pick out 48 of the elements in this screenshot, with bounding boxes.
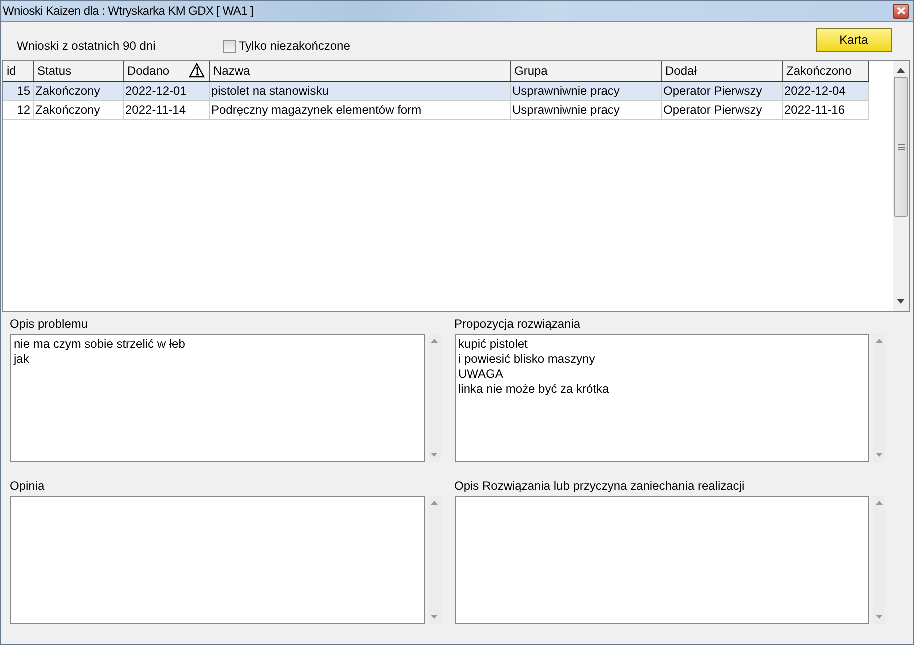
close-icon [896, 7, 906, 15]
table-cell: 15 [3, 81, 33, 100]
column-header[interactable]: Dodano [123, 61, 209, 81]
text-line: kupić pistolet [458, 337, 529, 352]
column-header[interactable]: Dodał [661, 61, 782, 81]
column-header[interactable]: id [3, 61, 33, 81]
text-line: jak [14, 352, 30, 367]
window-title: Wnioski Kaizen dla : Wtryskarka KM GDX [ WA1 ] [3, 4, 254, 18]
table-cell: 12 [3, 100, 33, 119]
scroll-up-icon[interactable] [897, 68, 905, 73]
table-cell: Zakończony [33, 100, 123, 119]
table-row[interactable]: 15 Zakończony 2022-12-01 pistolet na stanowisku Usprawniwnie pracy Operator Pierwszy 2022-12-04 [3, 81, 868, 100]
table-cell: Zakończony [33, 81, 123, 100]
table-cell: Usprawniwnie pracy [510, 81, 661, 100]
filter-label: Wnioski z ostatnich 90 dni [17, 39, 157, 53]
table-cell: 2022-12-01 [123, 81, 209, 100]
table-cell: 2022-11-14 [123, 100, 209, 119]
table-cell: Operator Pierwszy [661, 81, 782, 100]
table-row[interactable]: 12 Zakończony 2022-11-14 Podręczny magazynek elementów form Usprawniwnie pracy Operator Pierwszy 2022-11-16 [3, 100, 868, 119]
scrollbar[interactable] [893, 61, 909, 311]
field-label: Opinia [10, 479, 46, 494]
text-area[interactable] [454, 496, 869, 624]
grip-icon [898, 144, 904, 150]
field-label: Propozycja rozwiązania [454, 317, 582, 332]
scroll-down-icon[interactable] [897, 299, 905, 304]
table-cell: Operator Pierwszy [661, 100, 782, 119]
table-cell: Podręczny magazynek elementów form [209, 100, 510, 119]
text-line: i powiesić blisko maszyny [458, 352, 596, 367]
filter-checkbox[interactable]: Tylko niezakończone [223, 39, 350, 53]
table-cell: 2022-12-04 [782, 81, 868, 100]
column-header[interactable]: Nazwa [209, 61, 510, 81]
table-cell: Usprawniwnie pracy [510, 100, 661, 119]
text-line: nie ma czym sobie strzelić w łeb [14, 337, 186, 352]
field-label: Opis problemu [10, 317, 90, 332]
column-header[interactable]: Grupa [510, 61, 661, 81]
column-header[interactable]: Zakończono [782, 61, 868, 81]
table-cell: 2022-11-16 [782, 100, 868, 119]
scroll-thumb[interactable] [894, 77, 908, 217]
checkbox[interactable] [223, 40, 236, 52]
close-button[interactable] [893, 4, 909, 18]
field-label: Opis Rozwiązania lub przyczyna zaniechania realizacji [454, 479, 746, 494]
text-line: linka nie może być za krótka [458, 382, 610, 397]
text-area[interactable]: kupić pistolet i powiesić blisko maszyny UWAGA linka nie może być za krótka [454, 334, 869, 462]
table-cell: pistolet na stanowisku [209, 81, 510, 100]
karta-button[interactable]: Karta [816, 28, 892, 52]
text-line: UWAGA [458, 367, 504, 382]
column-header[interactable]: Status [33, 61, 123, 81]
text-area[interactable]: nie ma czym sobie strzelić w łeb jak [10, 334, 424, 462]
